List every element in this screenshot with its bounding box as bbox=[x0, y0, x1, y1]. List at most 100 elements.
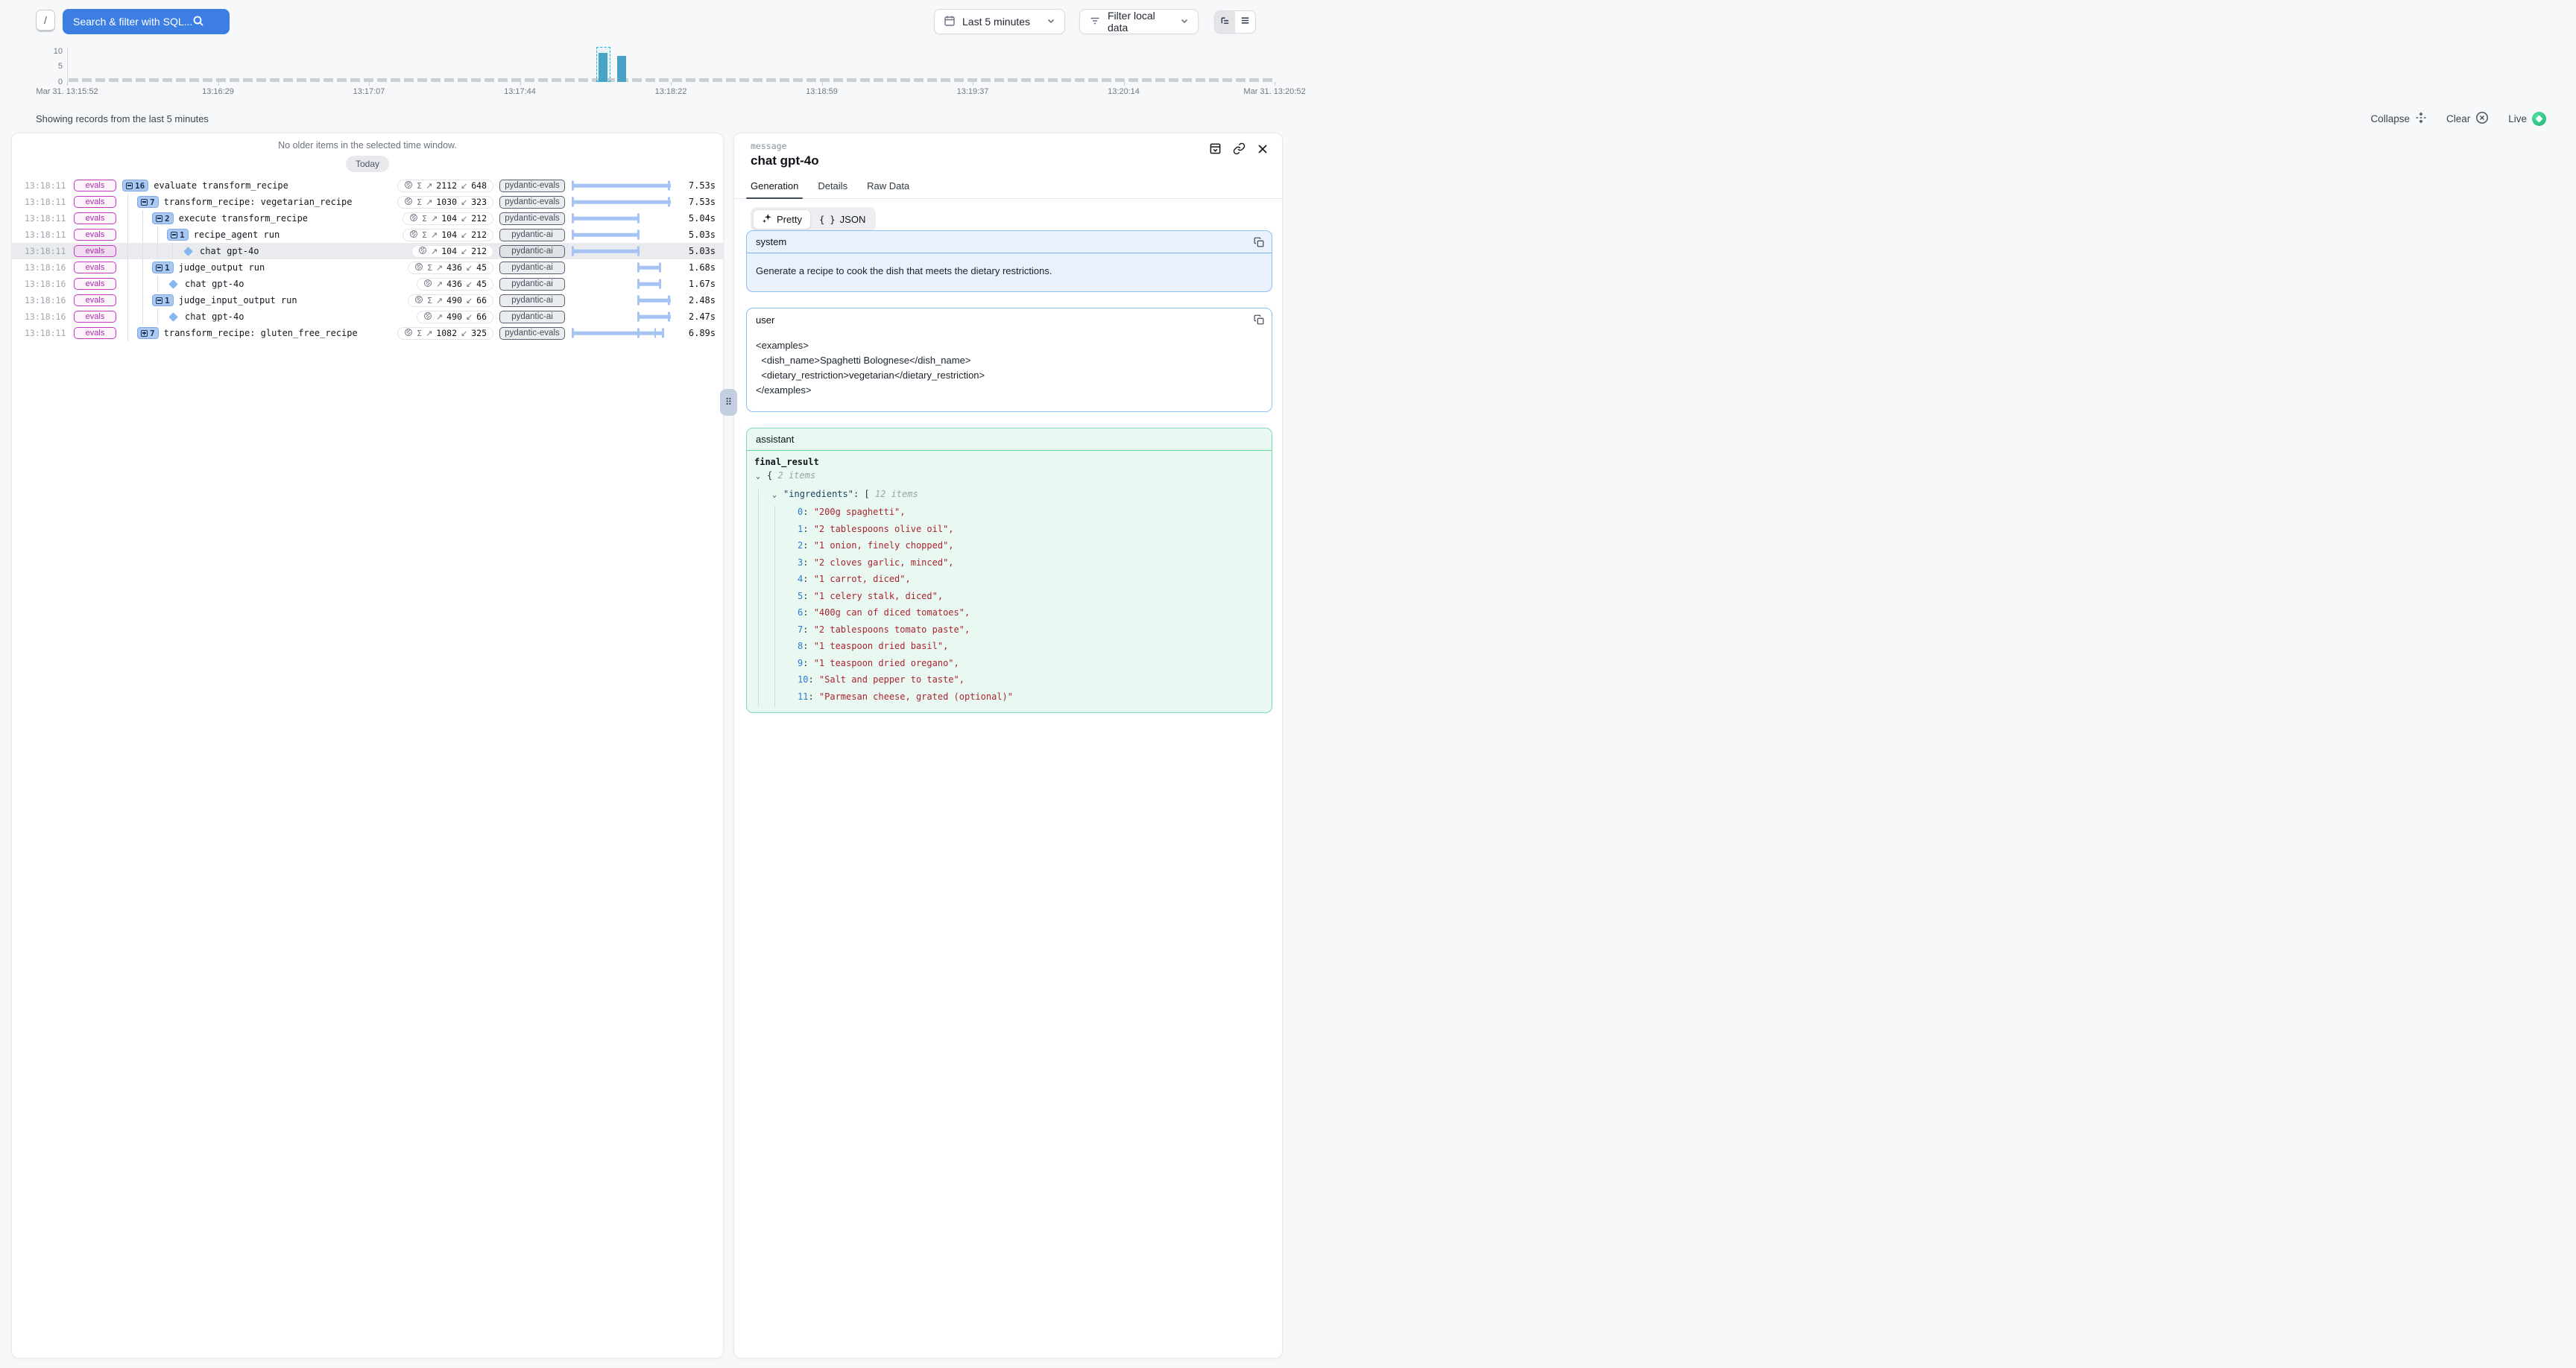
trace-row[interactable]: 13:18:11evals7transform_recipe: gluten_f… bbox=[12, 325, 723, 341]
child-count: 1 bbox=[165, 263, 170, 273]
expand-toggle[interactable]: 1 bbox=[152, 294, 174, 306]
leaf-diamond-icon bbox=[168, 279, 178, 289]
evals-level-badge[interactable]: evals bbox=[74, 245, 116, 257]
trace-row[interactable]: 13:18:11evals7transform_recipe: vegetari… bbox=[12, 194, 723, 210]
copy-icon[interactable] bbox=[1254, 237, 1264, 251]
token-counts-badge: Σ↗1082↙325 bbox=[397, 327, 493, 340]
close-icon[interactable] bbox=[1257, 143, 1269, 159]
sigma-icon: Σ bbox=[422, 230, 427, 240]
tab-raw-data[interactable]: Raw Data bbox=[867, 180, 909, 198]
input-tokens-value: 436 bbox=[446, 262, 462, 273]
activity-histogram[interactable]: 0510Mar 31. 13:15:5213:16:2913:17:0713:1… bbox=[0, 43, 1288, 103]
expand-toggle[interactable]: 2 bbox=[152, 212, 174, 224]
trace-row[interactable]: 13:18:16evals1judge_input_output runΣ↗49… bbox=[12, 292, 723, 308]
x-axis-tick-label: 13:20:14 bbox=[1108, 87, 1140, 96]
evals-level-badge[interactable]: evals bbox=[74, 229, 116, 241]
duration-bar-cap bbox=[572, 214, 574, 224]
evals-level-badge[interactable]: evals bbox=[74, 262, 116, 273]
evals-level-badge[interactable]: evals bbox=[74, 294, 116, 306]
panel-resize-handle[interactable]: ⠿ bbox=[720, 389, 737, 416]
output-tokens-arrow-icon: ↙ bbox=[461, 181, 467, 191]
output-tokens-value: 212 bbox=[471, 229, 487, 240]
duration-bar bbox=[572, 217, 638, 221]
package-tag[interactable]: pydantic-ai bbox=[499, 294, 565, 307]
tab-details[interactable]: Details bbox=[818, 180, 847, 198]
tree-guide-line bbox=[142, 276, 143, 292]
package-tag[interactable]: pydantic-evals bbox=[499, 212, 565, 225]
package-tag[interactable]: pydantic-ai bbox=[499, 262, 565, 274]
pretty-toggle-button[interactable]: Pretty bbox=[753, 209, 811, 229]
evals-level-badge[interactable]: evals bbox=[74, 180, 116, 191]
evals-level-badge[interactable]: evals bbox=[74, 311, 116, 323]
copy-icon[interactable] bbox=[1254, 314, 1264, 329]
x-axis-tick-label: 13:17:07 bbox=[353, 87, 385, 96]
message-cards: system Generate a recipe to cook the dis… bbox=[746, 230, 1272, 1357]
expand-toggle[interactable]: 16 bbox=[122, 180, 148, 191]
package-tag[interactable]: pydantic-ai bbox=[499, 229, 565, 241]
histogram-bar[interactable] bbox=[617, 56, 626, 82]
dock-panel-icon[interactable] bbox=[1209, 142, 1222, 159]
filter-local-data-button[interactable]: Filter local data bbox=[1079, 9, 1199, 34]
expand-toggle[interactable]: 7 bbox=[137, 196, 159, 208]
evals-level-badge[interactable]: evals bbox=[74, 212, 116, 224]
json-key-line: ⌄ "ingredients": [ 12 items bbox=[754, 486, 1264, 504]
copy-link-icon[interactable] bbox=[1233, 142, 1246, 159]
package-tag[interactable]: pydantic-ai bbox=[499, 278, 565, 291]
package-tag[interactable]: pydantic-evals bbox=[499, 180, 565, 192]
trace-row[interactable]: 13:18:16evals1judge_output runΣ↗436↙45py… bbox=[12, 259, 723, 276]
y-axis-tick-label: 5 bbox=[40, 62, 63, 71]
package-tag[interactable]: pydantic-evals bbox=[499, 196, 565, 209]
tree-guide-line bbox=[127, 276, 128, 292]
json-array-item: 8: "1 teaspoon dried basil", bbox=[754, 638, 1264, 655]
tree-view-button[interactable] bbox=[1215, 11, 1235, 33]
row-timestamp: 13:18:16 bbox=[25, 295, 63, 305]
trace-row[interactable]: 13:18:11evals16evaluate transform_recipe… bbox=[12, 177, 723, 194]
evals-level-badge[interactable]: evals bbox=[74, 327, 116, 339]
collapse-minus-icon bbox=[156, 297, 162, 304]
duration-bar bbox=[572, 200, 671, 204]
row-tree-area: 1judge_output run bbox=[116, 259, 408, 276]
package-tag[interactable]: pydantic-ai bbox=[499, 311, 565, 323]
tree-guide-line bbox=[142, 292, 143, 308]
trace-row[interactable]: 13:18:11evals1recipe_agent runΣ↗104↙212p… bbox=[12, 227, 723, 243]
evals-level-badge[interactable]: evals bbox=[74, 278, 116, 290]
duration-bar-cap bbox=[668, 197, 670, 207]
duration-bar-cap bbox=[654, 329, 657, 338]
output-tokens-arrow-icon: ↙ bbox=[461, 247, 467, 256]
system-role-label: system bbox=[747, 231, 1272, 253]
expand-toggle[interactable]: 7 bbox=[137, 327, 159, 339]
expand-toggle[interactable]: 1 bbox=[152, 262, 174, 273]
evals-level-badge[interactable]: evals bbox=[74, 196, 116, 208]
trace-row[interactable]: 13:18:11evals2execute transform_recipeΣ↗… bbox=[12, 210, 723, 227]
package-tag[interactable]: pydantic-evals bbox=[499, 327, 565, 340]
filter-label: Filter local data bbox=[1108, 10, 1173, 34]
chevron-down-icon bbox=[1046, 16, 1055, 28]
input-tokens-arrow-icon: ↗ bbox=[436, 312, 443, 322]
token-counts-badge: Σ↗490↙66 bbox=[408, 294, 493, 307]
child-count: 7 bbox=[150, 197, 155, 207]
trace-row[interactable]: 13:18:16evalschat gpt-4o↗490↙66pydantic-… bbox=[12, 308, 723, 325]
time-range-button[interactable]: Last 5 minutes bbox=[934, 9, 1065, 34]
trace-row[interactable]: 13:18:11evalschat gpt-4o↗104↙212pydantic… bbox=[12, 243, 723, 259]
duration-bar-cap bbox=[668, 181, 670, 191]
duration-bar-cap bbox=[637, 230, 640, 240]
output-tokens-arrow-icon: ↙ bbox=[461, 329, 467, 338]
trace-row[interactable]: 13:18:16evalschat gpt-4o↗436↙45pydantic-… bbox=[12, 276, 723, 292]
list-view-button[interactable] bbox=[1235, 11, 1255, 33]
json-toggle-button[interactable]: { } JSON bbox=[811, 209, 874, 229]
input-tokens-arrow-icon: ↗ bbox=[426, 181, 432, 191]
package-tag[interactable]: pydantic-ai bbox=[499, 245, 565, 258]
x-axis-tick bbox=[671, 82, 672, 86]
tree-guide-line bbox=[157, 308, 158, 325]
collapse-button[interactable]: Collapse bbox=[2370, 112, 2427, 126]
live-toggle[interactable]: Live bbox=[2508, 112, 2546, 126]
clear-button[interactable]: Clear bbox=[2446, 111, 2489, 127]
input-tokens-arrow-icon: ↗ bbox=[426, 197, 432, 207]
live-indicator-icon bbox=[2532, 112, 2546, 126]
tab-generation[interactable]: Generation bbox=[751, 180, 798, 198]
search-button[interactable]: Search & filter with SQL... bbox=[63, 9, 230, 34]
collapse-vertical-icon bbox=[2415, 112, 2427, 126]
x-axis-tick-label: 13:18:22 bbox=[655, 87, 687, 96]
x-axis-tick bbox=[1124, 82, 1125, 86]
expand-toggle[interactable]: 1 bbox=[167, 229, 189, 241]
